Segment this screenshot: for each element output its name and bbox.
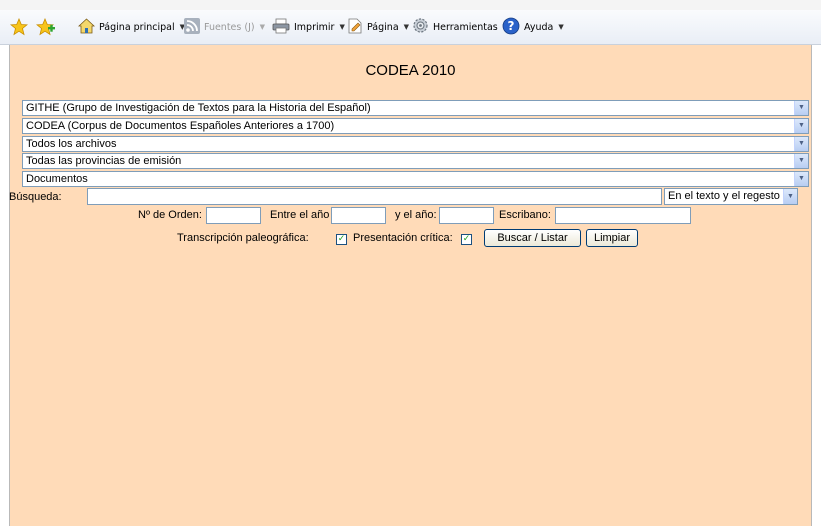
select-value: GITHE (Grupo de Investigación de Textos … [26, 102, 371, 114]
search-input[interactable] [87, 188, 662, 205]
command-bar: Página principal ▼ Fuentes (J) ▼ Imprimi… [0, 10, 821, 45]
page-title: CODEA 2010 [365, 62, 456, 79]
select-value: Documentos [26, 173, 88, 185]
print-label: Imprimir [294, 21, 335, 33]
search-list-button[interactable]: Buscar / Listar [484, 229, 581, 247]
province-select[interactable]: Todas las provincias de emisión ▼ [22, 153, 809, 169]
feeds-button[interactable]: Fuentes (J) ▼ [184, 10, 265, 44]
chevron-down-icon[interactable]: ▼ [794, 172, 808, 186]
paleographic-label: Transcripción paleográfica: [177, 232, 309, 244]
year-to-input[interactable] [439, 207, 494, 224]
select-value: Todas las provincias de emisión [26, 155, 182, 167]
page-menu-button[interactable]: Página ▼ [347, 10, 409, 44]
chevron-down-icon[interactable]: ▼ [558, 23, 563, 31]
page-label: Página [367, 21, 399, 33]
chevron-down-icon[interactable]: ▼ [794, 137, 808, 151]
archive-select[interactable]: Todos los archivos ▼ [22, 136, 809, 152]
select-value: En el texto y el regesto [668, 190, 780, 202]
chevron-down-icon[interactable]: ▼ [260, 23, 265, 31]
corpus-select[interactable]: CODEA (Corpus de Documentos Españoles An… [22, 118, 809, 134]
window-top-strip [0, 0, 821, 10]
scribe-input[interactable] [555, 207, 691, 224]
print-button[interactable]: Imprimir ▼ [272, 10, 345, 44]
printer-icon [272, 18, 290, 37]
gear-icon [412, 17, 429, 37]
chevron-down-icon[interactable]: ▼ [404, 23, 409, 31]
critical-checkbox[interactable]: ✓ [461, 234, 472, 245]
help-menu-button[interactable]: ? Ayuda ▼ [502, 10, 564, 44]
codea-search-page: CODEA 2010 GITHE (Grupo de Investigación… [9, 45, 812, 526]
feeds-label: Fuentes (J) [204, 21, 255, 33]
tools-label: Herramientas [433, 21, 498, 33]
tools-menu-button[interactable]: Herramientas ▼ [412, 10, 508, 44]
add-favorites-icon[interactable] [36, 10, 56, 44]
home-button[interactable]: Página principal ▼ [77, 10, 185, 44]
help-icon: ? [502, 17, 520, 38]
home-label: Página principal [99, 21, 175, 33]
document-type-select[interactable]: Documentos ▼ [22, 171, 809, 187]
select-value: Todos los archivos [26, 138, 117, 150]
chevron-down-icon[interactable]: ▼ [794, 101, 808, 115]
critical-label: Presentación crítica: [353, 232, 453, 244]
order-number-input[interactable] [206, 207, 261, 224]
select-value: CODEA (Corpus de Documentos Españoles An… [26, 120, 335, 132]
research-group-select[interactable]: GITHE (Grupo de Investigación de Textos … [22, 100, 809, 116]
year-from-input[interactable] [331, 207, 386, 224]
year-from-label: Entre el año [270, 209, 330, 221]
help-label: Ayuda [524, 21, 554, 33]
favorites-star-icon[interactable] [10, 10, 28, 44]
search-scope-select[interactable]: En el texto y el regesto ▼ [664, 188, 798, 205]
home-icon [77, 17, 96, 37]
scribe-label: Escribano: [499, 209, 551, 221]
page-icon [347, 18, 363, 37]
chevron-down-icon[interactable]: ▼ [794, 154, 808, 168]
search-label: Búsqueda: [9, 191, 62, 203]
paleographic-checkbox[interactable]: ✓ [336, 234, 347, 245]
chevron-down-icon[interactable]: ▼ [783, 189, 797, 204]
chevron-down-icon[interactable]: ▼ [794, 119, 808, 133]
year-to-label: y el año: [395, 209, 437, 221]
order-number-label: Nº de Orden: [138, 209, 202, 221]
rss-icon [184, 17, 200, 37]
svg-text:?: ? [508, 19, 515, 33]
chevron-down-icon[interactable]: ▼ [339, 23, 344, 31]
clear-button[interactable]: Limpiar [586, 229, 638, 247]
